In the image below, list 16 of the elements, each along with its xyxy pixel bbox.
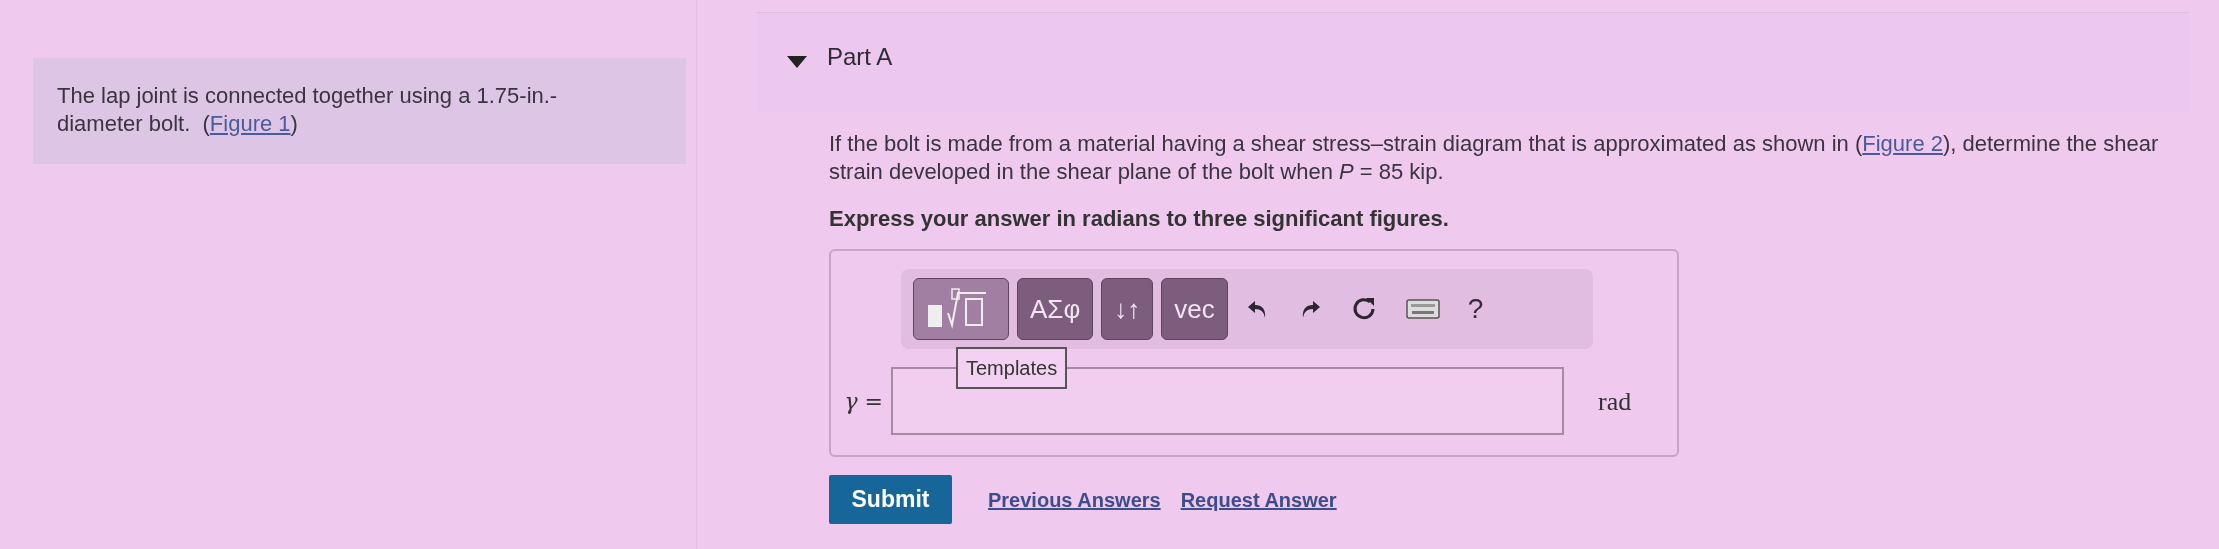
tooltip: Templates — [956, 347, 1068, 389]
help-button[interactable]: ? — [1457, 288, 1494, 330]
figure-link[interactable]: Figure 2 — [1862, 131, 1943, 156]
question-text: If the bolt is made from a material having a shear stress–strain diagram that is approximated as shown in (Figure 2), determine the shear strain developed in the shear plane of the bolt when P = 85 kip. — [829, 130, 2160, 186]
submit-button[interactable]: Submit — [829, 475, 952, 524]
toolbar-button[interactable]: ΑΣφ — [1017, 278, 1094, 340]
figure-link[interactable]: Figure 1 — [209, 111, 291, 136]
unit-label: rad — [1598, 385, 1632, 418]
intro-text: The lap joint is connected together using a 1.75-in.-diameter bolt. (Figure 1) — [57, 83, 558, 136]
part-title: Part A — [827, 42, 893, 72]
action-link[interactable]: Request Answer — [1180, 484, 1337, 515]
answer-label: γ = — [843, 387, 884, 416]
action-link[interactable]: Previous Answers — [988, 484, 1161, 515]
toolbar-button[interactable]: vec — [1161, 278, 1228, 340]
toolbar-button[interactable]: ↓↑ — [1101, 278, 1154, 340]
instruction-text: Express your answer in radians to three significant figures. — [829, 205, 1450, 233]
